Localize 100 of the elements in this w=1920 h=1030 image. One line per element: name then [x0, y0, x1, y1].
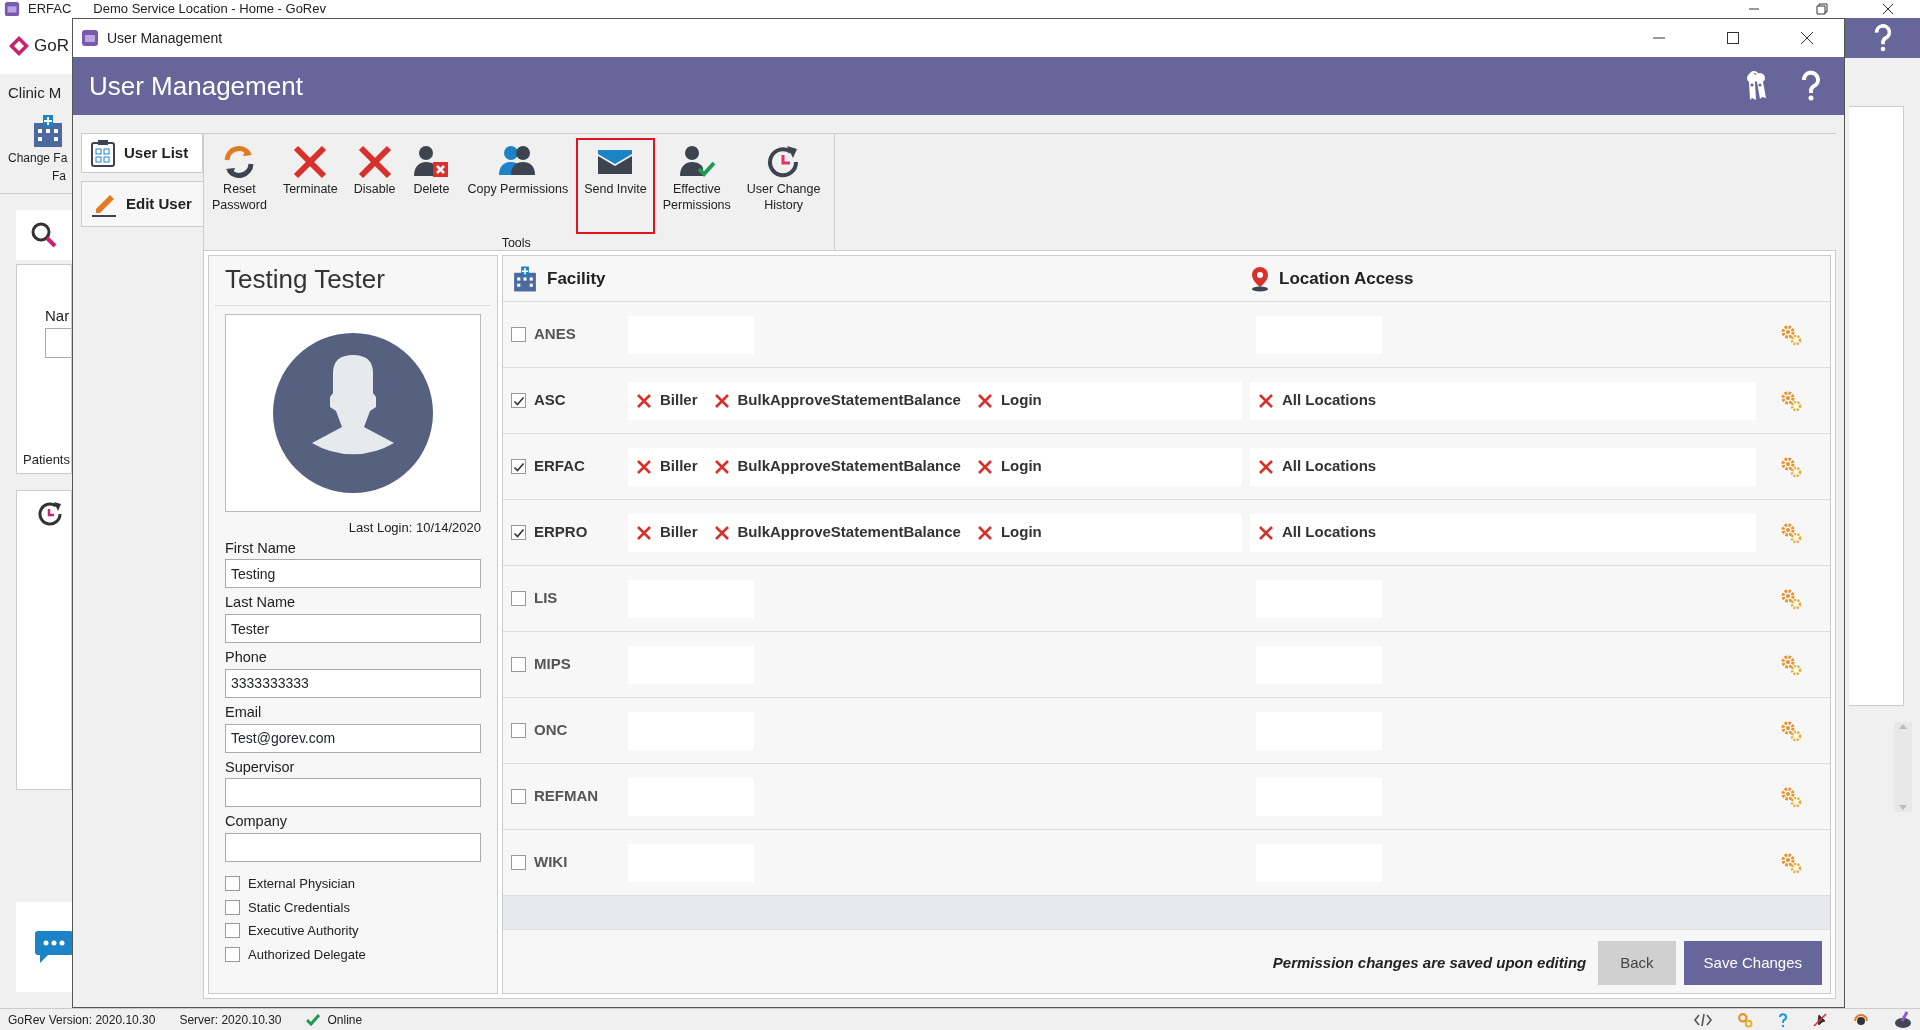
x-mark-icon — [976, 524, 993, 541]
dialog-header-title: User Management — [89, 69, 303, 103]
close-icon[interactable] — [1882, 3, 1894, 15]
app-icon — [4, 1, 20, 17]
checkbox[interactable] — [225, 946, 240, 962]
x-mark-icon — [1258, 524, 1274, 541]
gears-icon[interactable] — [1780, 851, 1802, 874]
checkbox[interactable] — [225, 876, 240, 892]
checkbox[interactable] — [511, 393, 526, 408]
map-pin-icon — [1249, 265, 1271, 292]
ribbon-button[interactable]: Change Fa — [8, 148, 68, 167]
input-field[interactable]: Testing — [225, 559, 481, 589]
toolbar-button[interactable]: Copy Permissions — [459, 138, 577, 234]
ribbon-tab[interactable]: Clinic M — [8, 82, 62, 105]
gears-icon[interactable] — [1780, 455, 1802, 478]
role-name: Login — [1000, 522, 1042, 543]
checkbox[interactable] — [511, 459, 526, 474]
role-name: BulkApproveStatementBalance — [737, 390, 961, 411]
restore-icon[interactable] — [1816, 3, 1828, 15]
checkbox-label: Authorized Delegate — [248, 945, 366, 964]
footer-note: Permission changes are saved upon editing — [1272, 952, 1587, 973]
checkbox[interactable] — [225, 899, 240, 915]
checkbox[interactable] — [511, 723, 526, 738]
toolbar-button[interactable]: Reset Password — [204, 138, 275, 234]
field-label: Company — [225, 812, 289, 832]
toolbar-button[interactable]: User Change History — [738, 138, 829, 234]
checkbox[interactable] — [511, 525, 526, 540]
toolbar-button[interactable]: Terminate — [274, 138, 346, 234]
toolbar-button[interactable]: Send Invite — [576, 138, 655, 234]
help-icon[interactable] — [1872, 23, 1893, 53]
checkbox-label: Executive Authority — [248, 922, 359, 940]
checkbox[interactable] — [511, 789, 526, 804]
field-label: Last Name — [225, 593, 297, 613]
side-tab[interactable]: Edit User — [81, 181, 203, 227]
role-name: Login — [1000, 390, 1042, 411]
field-label: Supervisor — [225, 757, 296, 777]
checkbox-label: External Physician — [248, 875, 355, 893]
checkbox[interactable] — [511, 657, 526, 672]
field-label: First Name — [225, 538, 297, 558]
checkbox[interactable] — [225, 923, 240, 939]
x-mark-icon — [636, 524, 652, 541]
gears-icon[interactable] — [1780, 719, 1802, 742]
column-header: Facility — [547, 267, 606, 290]
facility-name: MIPS — [534, 654, 571, 675]
toolbar-group-label: Tools — [501, 235, 531, 252]
x-mark-icon — [1258, 392, 1274, 409]
input-field[interactable]: 3333333333 — [225, 668, 481, 698]
x-mark-icon — [636, 458, 652, 475]
maximize-icon[interactable] — [1726, 31, 1740, 45]
user-name: Testing Tester — [215, 256, 491, 306]
scroll-down-icon[interactable] — [1898, 804, 1908, 812]
window-title: Demo Service Location - Home - GoRev — [93, 0, 326, 18]
close-icon[interactable] — [1800, 31, 1814, 45]
status-text: GoRev Version: 2020.10.30 — [8, 1011, 156, 1029]
logo-text: GoR — [34, 35, 69, 58]
logo-icon — [8, 35, 30, 57]
role-name: BulkApproveStatementBalance — [737, 522, 961, 543]
search-icon[interactable] — [30, 221, 58, 249]
toolbar-button[interactable]: Disable — [345, 138, 404, 234]
input-field[interactable]: Tester — [225, 614, 481, 643]
app-icon — [81, 29, 99, 47]
scroll-up-icon[interactable] — [1898, 722, 1908, 730]
facility-name: ERFAC — [534, 456, 585, 477]
location-name: All Locations — [1282, 390, 1377, 411]
facility-name: ONC — [534, 720, 568, 741]
side-tab[interactable]: User List — [81, 133, 203, 173]
gears-icon[interactable] — [1780, 785, 1802, 808]
last-login-text: Last Login: 10/14/2020 — [347, 519, 481, 537]
scrollbar[interactable] — [1894, 722, 1912, 812]
back-button[interactable]: Back — [1598, 941, 1676, 985]
gears-icon[interactable] — [1780, 587, 1802, 610]
window-title: ERFAC — [28, 0, 72, 18]
input-field[interactable] — [45, 327, 71, 358]
role-name: Biller — [660, 390, 698, 411]
check-icon — [305, 1013, 320, 1026]
x-mark-icon — [1258, 458, 1274, 475]
gears-icon[interactable] — [1780, 653, 1802, 676]
toolbar-button[interactable]: Effective Permissions — [654, 138, 739, 234]
input-field[interactable] — [225, 833, 481, 862]
toolbar-button[interactable]: Delete — [403, 138, 460, 234]
field-label: Nar — [45, 306, 71, 326]
x-mark-icon — [713, 392, 730, 409]
checkbox[interactable] — [511, 327, 526, 342]
chat-bubble-icon[interactable] — [34, 929, 72, 965]
gears-icon[interactable] — [1780, 389, 1802, 412]
gears-icon[interactable] — [1780, 323, 1802, 346]
role-name: Login — [1000, 456, 1042, 477]
code-icon[interactable] — [1694, 1012, 1712, 1027]
gears-icon[interactable] — [1780, 521, 1802, 544]
input-field[interactable]: Test@gorev.com — [225, 723, 481, 753]
gears-icon[interactable] — [1736, 1011, 1754, 1028]
question-icon[interactable] — [1778, 1011, 1788, 1028]
facility-name: REFMAN — [534, 786, 599, 807]
facility-name: WIKI — [534, 852, 568, 873]
help-icon[interactable] — [1800, 70, 1822, 102]
checkbox-label: Static Credentials — [248, 898, 350, 917]
input-field[interactable] — [225, 778, 481, 808]
checkbox[interactable] — [511, 855, 526, 870]
checkbox[interactable] — [511, 591, 526, 606]
save-changes-button[interactable]: Save Changes — [1683, 941, 1822, 985]
